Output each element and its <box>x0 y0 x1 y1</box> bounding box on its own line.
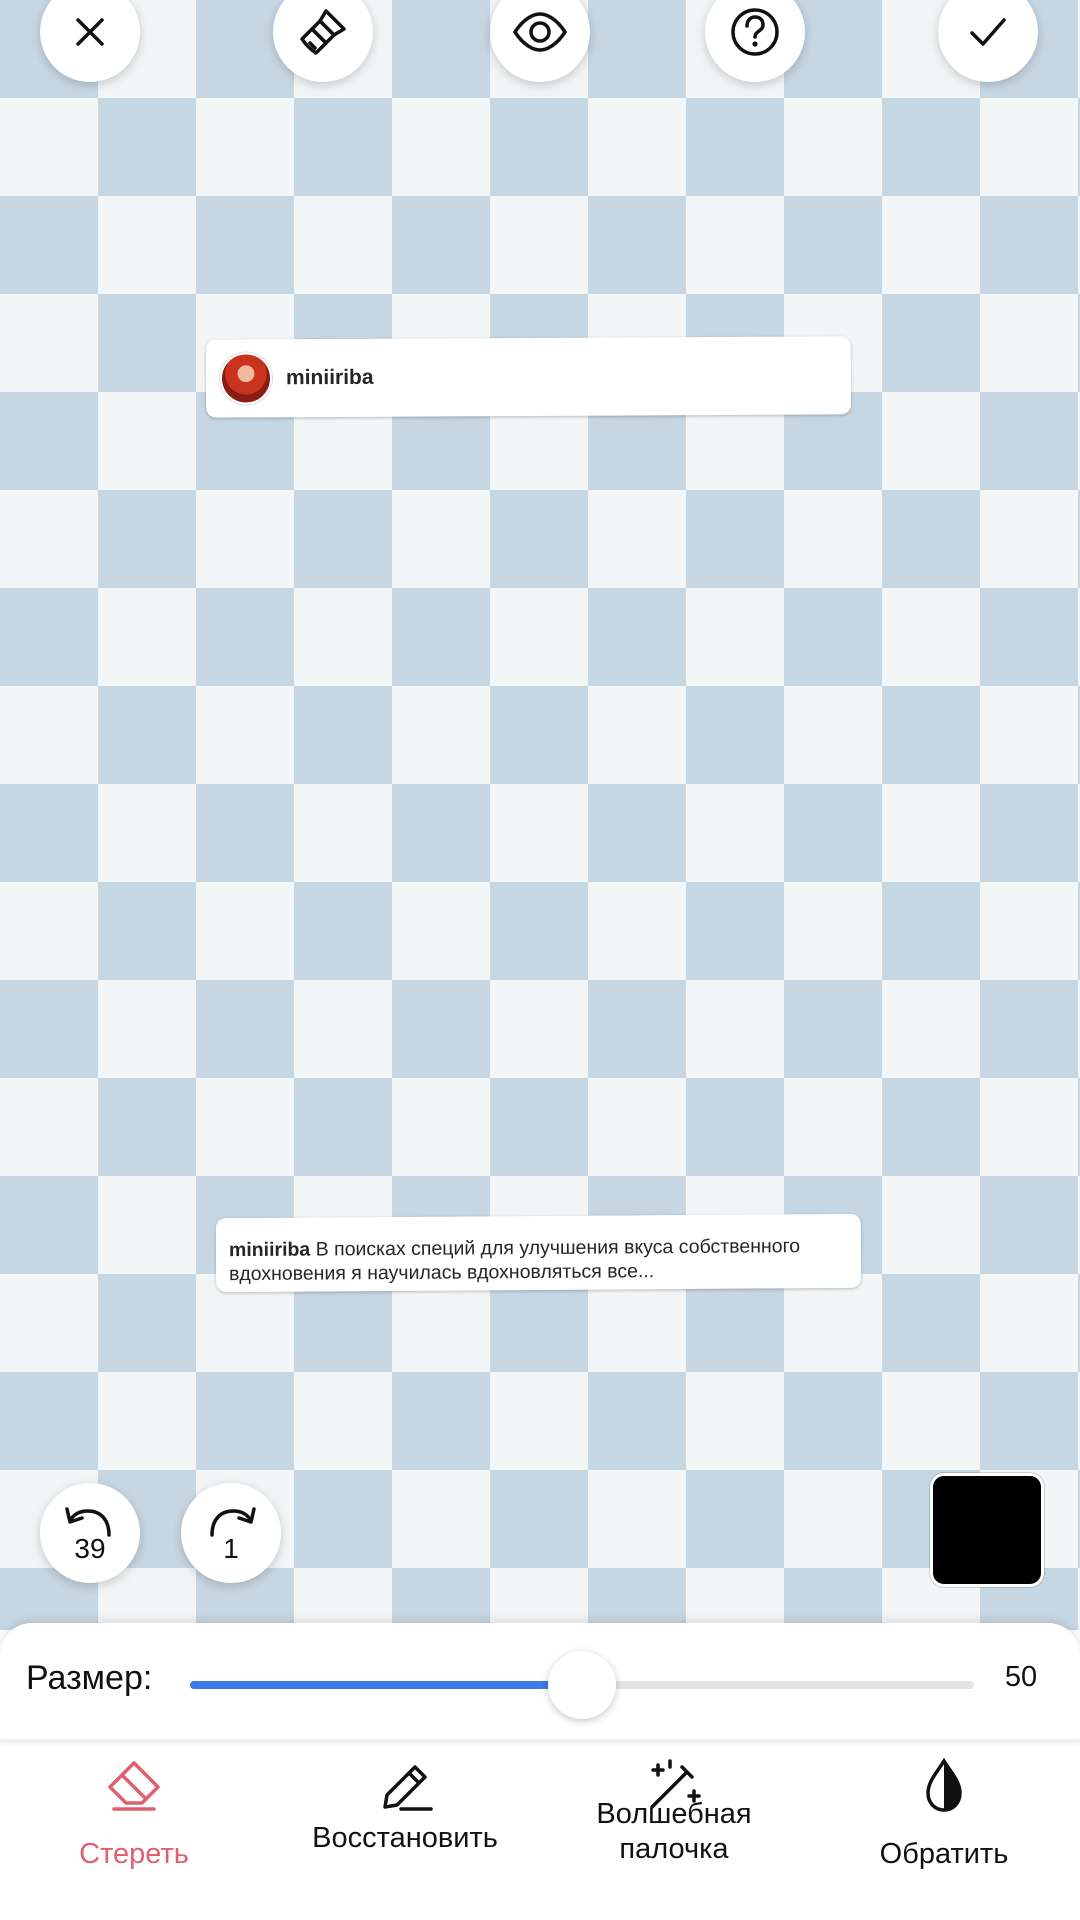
tool-invert-label: Обратить <box>879 1838 1009 1870</box>
tool-restore-label: Восстановить <box>312 1822 498 1854</box>
caption-username: miniiriba <box>228 1238 311 1262</box>
tool-magic-wand[interactable]: Волшебная палочка <box>574 1743 774 1920</box>
brush-button[interactable] <box>273 0 373 82</box>
color-picker-button[interactable] <box>930 1473 1044 1587</box>
pencil-icon <box>383 1765 433 1811</box>
tool-erase[interactable]: Стереть <box>34 1743 234 1920</box>
done-button[interactable] <box>938 0 1038 82</box>
profile-header-fragment: miniiriba <box>205 336 852 418</box>
undo-icon <box>65 1507 111 1537</box>
redo-button[interactable]: 1 <box>181 1483 281 1583</box>
close-button[interactable] <box>40 0 140 82</box>
close-icon <box>76 18 104 46</box>
help-button[interactable] <box>705 0 805 82</box>
tool-bar: Стереть Восстановить Волшебная палочка О… <box>0 1743 1080 1920</box>
redo-icon <box>210 1507 256 1537</box>
size-value: 50 <box>1004 1661 1038 1693</box>
tool-invert[interactable]: Обратить <box>844 1743 1044 1920</box>
check-icon <box>970 18 1006 46</box>
tool-panel: Размер: 50 Стереть Восстановить Волшебна… <box>0 1623 1080 1920</box>
size-slider-fill <box>190 1681 582 1689</box>
editing-canvas[interactable]: miniiriba miniiriba В поисках специй для… <box>0 0 1080 1630</box>
caption-text: В поисках специй для улучшения вкуса соб… <box>229 1235 801 1286</box>
brush-icon <box>300 9 346 55</box>
undo-button[interactable]: 39 <box>40 1483 140 1583</box>
eye-icon <box>512 12 568 52</box>
drop-icon <box>926 1757 962 1812</box>
question-icon <box>731 8 779 56</box>
preview-button[interactable] <box>490 0 590 82</box>
tool-magic-wand-label: Волшебная палочка <box>596 1798 752 1865</box>
username-label: miniiriba <box>285 365 374 390</box>
size-row: Размер: 50 <box>0 1623 1080 1739</box>
size-label: Размер: <box>26 1659 153 1697</box>
avatar <box>219 352 273 405</box>
tool-restore[interactable]: Восстановить <box>305 1743 505 1920</box>
undo-count: 39 <box>74 1533 106 1564</box>
eraser-icon <box>108 1761 160 1811</box>
redo-count: 1 <box>223 1533 239 1564</box>
caption-fragment: miniiriba В поисках специй для улучшения… <box>215 1213 862 1293</box>
size-slider-thumb[interactable] <box>548 1651 616 1719</box>
tool-erase-label: Стереть <box>79 1838 189 1870</box>
